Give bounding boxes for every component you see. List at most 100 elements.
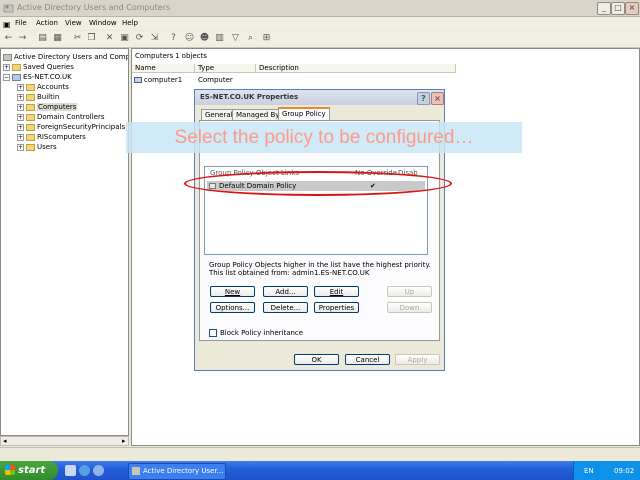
source-note: This list obtained from: admin1.ES-NET.C… xyxy=(209,269,370,277)
filter-icon[interactable]: ▽ xyxy=(230,33,241,44)
language-indicator[interactable]: EN xyxy=(584,467,594,475)
minimize-button[interactable]: _ xyxy=(597,2,611,15)
expand-icon[interactable]: + xyxy=(17,113,24,121)
add-to-group-icon[interactable]: ⊞ xyxy=(261,33,272,44)
tree-item-computers[interactable]: + Computers xyxy=(17,102,78,112)
new-user-icon[interactable]: ☺ xyxy=(184,33,195,44)
start-button[interactable]: start xyxy=(0,461,58,480)
row-type: Computer xyxy=(198,76,233,84)
expand-icon[interactable]: + xyxy=(17,93,24,101)
tree-item-label: Domain Controllers xyxy=(37,113,105,121)
cut-icon[interactable]: ✂ xyxy=(72,33,83,44)
collapse-icon[interactable]: − xyxy=(3,73,10,81)
new-group-icon[interactable]: ☻ xyxy=(199,33,210,44)
expand-icon[interactable]: + xyxy=(17,103,24,111)
maximize-button[interactable]: □ xyxy=(611,2,625,15)
forward-icon[interactable]: → xyxy=(17,33,28,44)
tree-item-domain-controllers[interactable]: + Domain Controllers xyxy=(17,112,104,122)
tab-group-policy[interactable]: Group Policy xyxy=(278,107,330,121)
tree-horizontal-scrollbar[interactable]: ◂ ▸ xyxy=(0,436,129,446)
system-tray: EN 09:02 xyxy=(573,461,640,480)
tree-item-saved-queries[interactable]: + Saved Queries xyxy=(3,62,74,72)
tree-item-domain[interactable]: − ES-NET.CO.UK xyxy=(3,72,72,82)
folder-icon xyxy=(12,63,21,71)
dialog-title-bar: ES-NET.CO.UK Properties ? × xyxy=(195,90,444,105)
down-button[interactable]: Down xyxy=(387,302,432,313)
cancel-button[interactable]: Cancel xyxy=(345,354,390,365)
expand-icon[interactable]: + xyxy=(17,83,24,91)
tree-item-foreign-security-principals[interactable]: + ForeignSecurityPrincipals xyxy=(17,122,125,132)
dialog-close-button[interactable]: × xyxy=(431,92,444,105)
folder-icon xyxy=(26,123,35,131)
export-icon[interactable]: ⇲ xyxy=(149,33,160,44)
menu-window[interactable]: Window xyxy=(89,19,117,27)
properties-button[interactable]: Properties xyxy=(314,302,359,313)
domain-icon xyxy=(12,73,21,81)
block-inheritance-checkbox[interactable] xyxy=(209,329,217,337)
table-row[interactable]: computer1 Computer xyxy=(134,75,464,85)
delete-icon[interactable]: ✕ xyxy=(104,33,115,44)
tree-item-label: Users xyxy=(37,143,57,151)
block-inheritance-label: Block Policy inheritance xyxy=(220,329,304,337)
media-player-icon[interactable] xyxy=(93,465,104,476)
close-button[interactable]: × xyxy=(625,2,639,15)
expand-icon[interactable]: + xyxy=(17,133,24,141)
new-ou-icon[interactable]: ▥ xyxy=(214,33,225,44)
show-tree-icon[interactable]: ▦ xyxy=(52,33,63,44)
ad-users-computers-icon xyxy=(132,467,140,475)
delete-button[interactable]: Delete... xyxy=(263,302,308,313)
row-name: computer1 xyxy=(144,76,183,84)
column-header-type[interactable]: Type xyxy=(195,64,256,73)
toolbar: ← → ▤ ▦ ✂ ❐ ✕ ▣ ⟳ ⇲ ? ☺ ☻ ▥ ▽ ⌕ ⊞ xyxy=(0,31,640,48)
clock[interactable]: 09:02 xyxy=(614,467,634,475)
menu-action[interactable]: Action xyxy=(36,19,58,27)
dialog-title: ES-NET.CO.UK Properties xyxy=(200,93,299,101)
ok-button[interactable]: OK xyxy=(294,354,339,365)
taskbar-item-ad-users[interactable]: Active Directory User... xyxy=(128,463,226,480)
copy-icon[interactable]: ❐ xyxy=(86,33,97,44)
instruction-banner: Select the policy to be configured… xyxy=(126,122,522,153)
scroll-left-icon[interactable]: ◂ xyxy=(3,437,7,445)
properties-icon[interactable]: ▣ xyxy=(119,33,130,44)
refresh-icon[interactable]: ⟳ xyxy=(134,33,145,44)
show-desktop-icon[interactable] xyxy=(65,465,76,476)
add-button[interactable]: Add... xyxy=(263,286,308,297)
scroll-right-icon[interactable]: ▸ xyxy=(122,437,126,445)
menu-file[interactable]: File xyxy=(15,19,27,27)
taskbar: start Active Directory User... EN 09:02 xyxy=(0,461,640,480)
up-button[interactable]: Up xyxy=(387,286,432,297)
column-header-description[interactable]: Description xyxy=(256,64,456,73)
menu-view[interactable]: View xyxy=(65,19,82,27)
dialog-help-button[interactable]: ? xyxy=(417,92,430,105)
tree-item-label: Accounts xyxy=(37,83,69,91)
instruction-text: Select the policy to be configured… xyxy=(174,127,474,148)
tree-item-accounts[interactable]: + Accounts xyxy=(17,82,69,92)
edit-button[interactable]: Edit xyxy=(314,286,359,297)
tree-root-label: Active Directory Users and Computers xyxy=(14,53,129,61)
expand-icon[interactable]: + xyxy=(17,123,24,131)
column-header-name[interactable]: Name xyxy=(132,64,195,73)
folder-icon xyxy=(26,143,35,151)
up-folder-icon[interactable]: ▤ xyxy=(37,33,48,44)
tree-item-label: RIScomputers xyxy=(37,133,86,141)
tree-item-builtin[interactable]: + Builtin xyxy=(17,92,59,102)
console-root-icon xyxy=(3,53,12,61)
computer-icon xyxy=(134,77,142,83)
tree-item-label: Saved Queries xyxy=(23,63,74,71)
folder-icon xyxy=(26,83,35,91)
console-menu-icon[interactable]: ▣ xyxy=(3,20,11,29)
tree-item-users[interactable]: + Users xyxy=(17,142,57,152)
tree-item-riscomputers[interactable]: + RIScomputers xyxy=(17,132,86,142)
tab-managed-by[interactable]: Managed By xyxy=(232,109,284,120)
tree-root[interactable]: Active Directory Users and Computers xyxy=(3,52,129,62)
find-icon[interactable]: ⌕ xyxy=(245,33,256,44)
help-icon[interactable]: ? xyxy=(168,33,179,44)
menu-help[interactable]: Help xyxy=(122,19,138,27)
expand-icon[interactable]: + xyxy=(17,143,24,151)
internet-explorer-icon[interactable] xyxy=(79,465,90,476)
options-button[interactable]: Options... xyxy=(210,302,255,313)
new-button[interactable]: New xyxy=(210,286,255,297)
expand-icon[interactable]: + xyxy=(3,63,10,71)
apply-button[interactable]: Apply xyxy=(395,354,440,365)
back-icon[interactable]: ← xyxy=(3,33,14,44)
